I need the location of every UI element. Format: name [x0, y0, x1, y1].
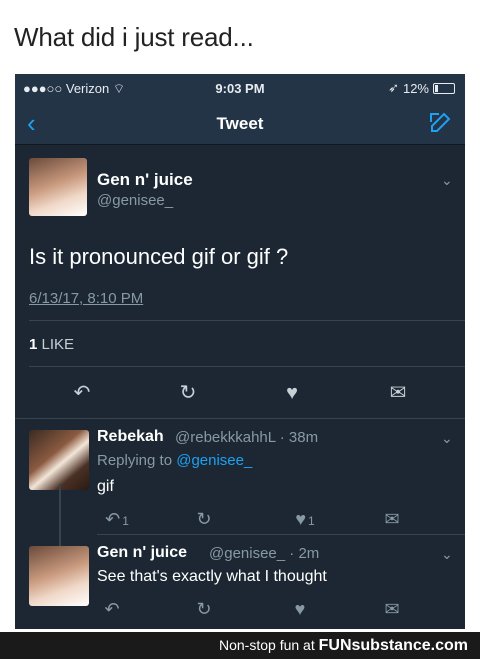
footer-brand: FUNsubstance.com [318, 637, 468, 654]
replying-to[interactable]: Replying to @genisee_ [97, 452, 252, 469]
divider [97, 534, 465, 535]
reply-handle-time[interactable]: @genisee_ · 2m [209, 545, 319, 562]
status-bar: ●●●○○ Verizon ⌔ 9:03 PM ➶ 12% [15, 74, 465, 102]
footer-tagline: Non-stop fun at [219, 637, 315, 653]
caption: What did i just read... [14, 22, 254, 52]
heart-icon[interactable]: ♥ 1 [287, 508, 323, 530]
battery-status: ➶ 12% [388, 80, 455, 96]
direct-message-icon[interactable]: ✉ [385, 382, 411, 404]
direct-message-icon[interactable]: ✉ [379, 508, 405, 530]
reply-text: gif [97, 478, 114, 495]
retweet-icon[interactable]: ↻ [191, 598, 217, 620]
author-handle[interactable]: @genisee_ [97, 192, 173, 209]
divider [29, 320, 465, 321]
reply-text: See that's exactly what I thought [97, 568, 327, 585]
heart-icon[interactable]: ♥ [287, 598, 313, 620]
avatar[interactable] [29, 546, 89, 606]
tweet-timestamp[interactable]: 6/13/17, 8:10 PM [29, 290, 143, 307]
reply-author-name[interactable]: Gen n' juice [97, 544, 187, 562]
chevron-down-icon[interactable]: ⌄ [441, 546, 453, 563]
reply-icon[interactable]: ↶ [99, 598, 125, 620]
phone-screen: ●●●○○ Verizon ⌔ 9:03 PM ➶ 12% ‹ Tweet Ge… [15, 74, 465, 629]
battery-percent: 12% [402, 80, 429, 96]
watermark-footer: Non-stop fun at FUNsubstance.com [0, 632, 480, 659]
author-name[interactable]: Gen n' juice [97, 170, 193, 190]
reply-handle-time[interactable]: @rebekkkahhL · 38m [175, 429, 318, 446]
divider [15, 418, 465, 419]
reply-icon[interactable]: ↶ [69, 382, 95, 404]
heart-icon[interactable]: ♥ [279, 382, 305, 404]
navigation-bar: ‹ Tweet [15, 102, 465, 145]
chevron-down-icon[interactable]: ⌄ [441, 430, 453, 447]
avatar[interactable] [29, 430, 89, 490]
retweet-icon[interactable]: ↻ [175, 382, 201, 404]
tweet-text: Is it pronounced gif or gif ? [29, 244, 289, 269]
avatar[interactable] [29, 158, 87, 216]
page-title: Tweet [216, 114, 264, 133]
direct-message-icon[interactable]: ✉ [379, 598, 405, 620]
battery-icon [433, 82, 455, 94]
divider [29, 366, 465, 367]
location-icon: ➶ [388, 80, 399, 95]
compose-tweet-icon[interactable] [429, 110, 453, 134]
reply-icon[interactable]: ↶ 1 [99, 508, 135, 530]
chevron-down-icon[interactable]: ⌄ [441, 172, 453, 189]
likes-count[interactable]: 1 LIKE [29, 336, 74, 353]
retweet-icon[interactable]: ↻ [191, 508, 217, 530]
reply-author-name[interactable]: Rebekah [97, 428, 164, 446]
thread-line [59, 484, 61, 546]
